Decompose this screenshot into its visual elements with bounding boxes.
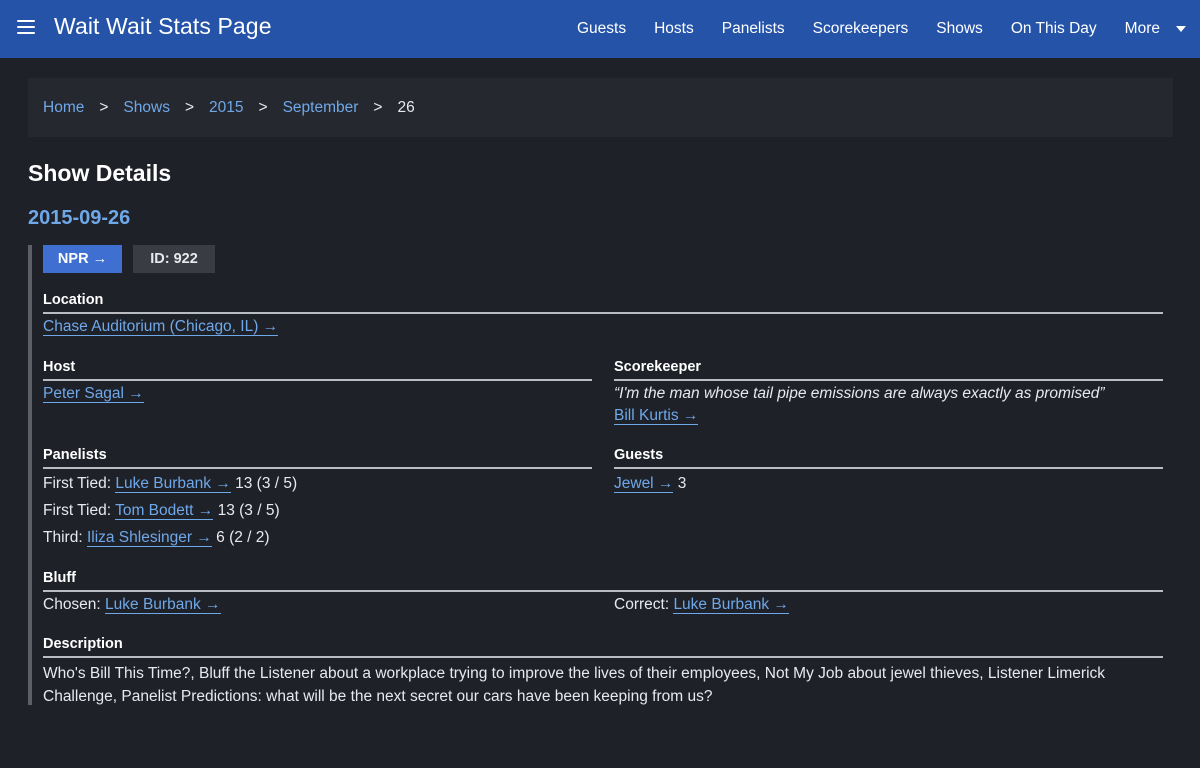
nav-guests[interactable]: Guests [577,20,626,38]
guests-section: Guests Jewel → 3 [614,447,1163,493]
panelists-section: Panelists First Tied: Luke Burbank → 13 … [43,447,592,556]
chevron-down-icon [1176,26,1186,32]
breadcrumb-shows[interactable]: Shows [123,99,170,117]
guests-heading: Guests [614,447,1163,469]
location-heading: Location [43,292,1163,314]
location-section: Location Chase Auditorium (Chicago, IL) … [43,292,1163,336]
breadcrumb-separator: > [99,98,109,116]
description-section: Description Who's Bill This Time?, Bluff… [43,636,1163,708]
breadcrumb-home[interactable]: Home [43,99,84,117]
top-navbar: Wait Wait Stats Page Guests Hosts Paneli… [0,0,1200,58]
hamburger-menu-icon[interactable] [17,20,35,34]
panelist-rank: First Tied: [43,475,116,492]
bluff-correct-label: Correct: [614,596,674,613]
show-details: NPR → ID: 922 Location Chase Auditorium … [28,245,1163,705]
guest-score: 3 [673,475,687,492]
main-nav: Guests Hosts Panelists Scorekeepers Show… [577,0,1200,58]
breadcrumb-separator: > [258,98,268,116]
bluff-chosen-label: Chosen: [43,596,106,613]
bluff-correct-link[interactable]: Luke Burbank → [673,596,789,614]
panelist-row: Third: Iliza Shlesinger → 6 (2 / 2) [43,529,592,556]
scorekeeper-section: Scorekeeper “I'm the man whose tail pipe… [614,359,1163,425]
guest-link[interactable]: Jewel → [614,475,674,493]
nav-more-label: More [1124,20,1160,37]
description-heading: Description [43,636,1163,658]
description-text: Who's Bill This Time?, Bluff the Listene… [43,665,1106,705]
scorekeeper-quote: “I'm the man whose tail pipe emissions a… [614,385,1105,402]
breadcrumb-current: 26 [397,98,415,116]
panelist-score: 13 (3 / 5) [213,502,280,519]
panelists-heading: Panelists [43,447,592,469]
bluff-chosen-link[interactable]: Luke Burbank → [105,596,221,614]
panelist-row: First Tied: Tom Bodett → 13 (3 / 5) [43,502,592,529]
page-title: Show Details [28,160,172,186]
scorekeeper-link[interactable]: Bill Kurtis → [614,407,699,425]
guest-row: Jewel → 3 [614,475,1163,493]
breadcrumb-separator: > [184,98,195,116]
npr-link-button[interactable]: NPR → [43,245,122,273]
breadcrumb-month[interactable]: September [283,99,359,117]
panelist-score: 6 (2 / 2) [211,529,270,546]
panelist-rank: Third: [43,529,87,546]
bluff-heading: Bluff [43,570,1163,592]
bluff-section: Bluff Chosen: Luke Burbank → Correct: Lu… [43,570,1163,618]
nav-hosts[interactable]: Hosts [654,20,694,38]
nav-shows[interactable]: Shows [936,20,983,38]
site-title[interactable]: Wait Wait Stats Page [54,13,272,40]
panelist-score: 13 (3 / 5) [230,475,298,492]
host-link[interactable]: Peter Sagal → [43,385,144,403]
panelist-link[interactable]: Luke Burbank → [115,475,231,493]
panelist-rank: First Tied: [43,502,116,519]
show-id-badge: ID: 922 [133,245,215,273]
location-link[interactable]: Chase Auditorium (Chicago, IL) → [43,318,279,336]
nav-scorekeepers[interactable]: Scorekeepers [813,20,909,38]
breadcrumb-separator: > [373,98,383,116]
panelist-row: First Tied: Luke Burbank → 13 (3 / 5) [43,475,592,502]
show-date-heading: 2015-09-26 [28,207,131,229]
nav-on-this-day[interactable]: On This Day [1011,20,1097,38]
breadcrumb: Home > Shows > 2015 > September > 26 [28,78,1173,137]
scorekeeper-heading: Scorekeeper [614,359,1163,381]
panelist-link[interactable]: Tom Bodett → [115,502,214,520]
host-section: Host Peter Sagal → [43,359,592,403]
nav-panelists[interactable]: Panelists [722,20,785,38]
host-heading: Host [43,359,592,381]
nav-more-dropdown[interactable]: More [1125,20,1186,38]
breadcrumb-year[interactable]: 2015 [209,99,243,117]
panelist-link[interactable]: Iliza Shlesinger → [86,529,212,547]
